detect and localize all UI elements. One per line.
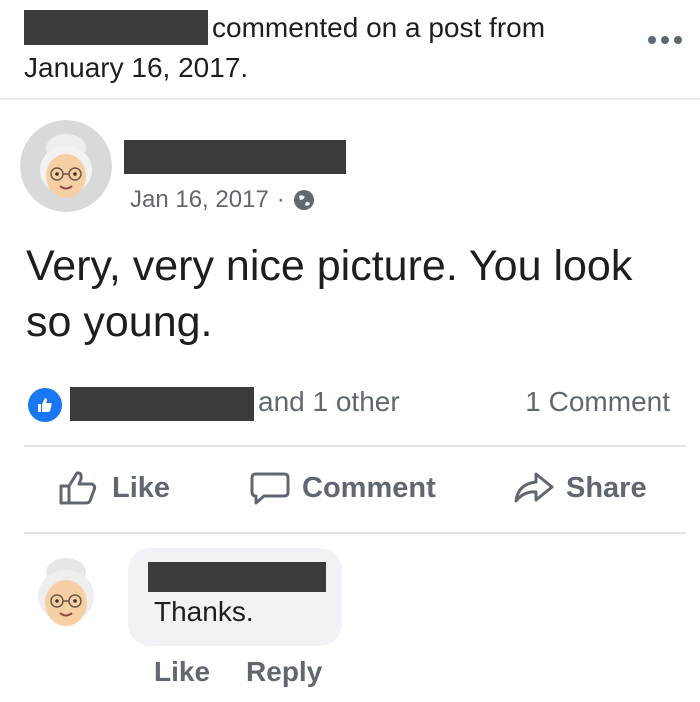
comment-like-button[interactable]: Like — [154, 656, 210, 688]
reactions-others-text[interactable]: and 1 other — [258, 386, 400, 418]
redacted-poster-name — [124, 140, 346, 174]
globe-icon — [293, 189, 315, 211]
divider — [0, 98, 700, 100]
redacted-reactor-name — [70, 387, 254, 421]
commenter-avatar[interactable] — [20, 546, 112, 638]
comment-actions: Like Reply — [154, 656, 322, 688]
share-arrow-icon — [512, 470, 556, 506]
comment-count[interactable]: 1 Comment — [525, 386, 670, 418]
activity-header: commented on a post from January 16, 201… — [0, 0, 700, 100]
thumbs-up-icon[interactable] — [28, 388, 62, 422]
thumbs-up-outline-icon — [58, 470, 102, 506]
comment-button[interactable]: Comment — [248, 470, 436, 506]
separator: · — [276, 186, 285, 213]
avatar[interactable] — [20, 120, 112, 212]
comment-text: Thanks. — [154, 596, 254, 627]
comment-reply-button[interactable]: Reply — [246, 656, 322, 688]
comment-label: Comment — [302, 471, 436, 504]
post-text: Very, very nice picture. You look so you… — [26, 242, 633, 346]
share-label: Share — [566, 471, 647, 504]
post-timestamp[interactable]: Jan 16, 2017 · — [130, 186, 315, 214]
activity-action-text: commented on a post from — [212, 12, 546, 43]
divider — [24, 532, 686, 534]
like-button[interactable]: Like — [58, 470, 170, 506]
like-label: Like — [112, 471, 171, 504]
divider — [24, 445, 686, 447]
post-date: Jan 16, 2017 — [130, 186, 269, 213]
redacted-user-name — [24, 10, 208, 45]
redacted-commenter-name — [148, 562, 326, 592]
share-button[interactable]: Share — [512, 470, 647, 506]
more-options-icon[interactable] — [648, 36, 682, 44]
activity-date-text: January 16, 2017. — [24, 52, 249, 83]
speech-bubble-icon — [248, 470, 292, 506]
